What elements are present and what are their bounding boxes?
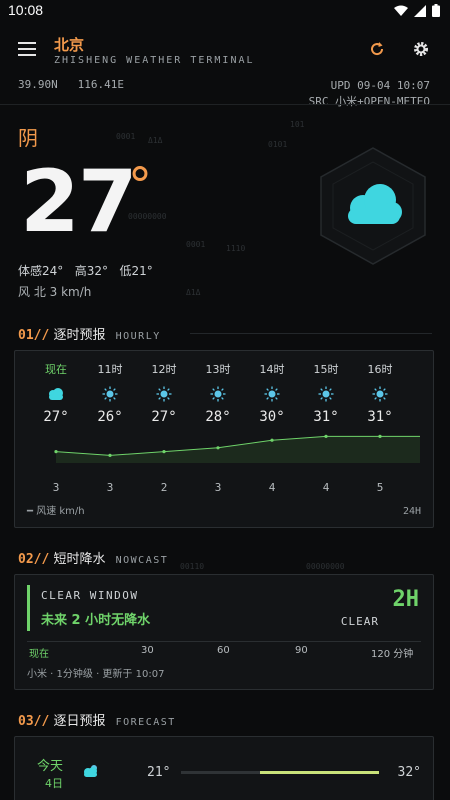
- cloud-icon: [320, 147, 426, 265]
- nowcast-status: CLEAR: [340, 615, 379, 628]
- section-hourly-header: 01// 逐时预报 HOURLY: [18, 324, 161, 343]
- daily-forecast-row[interactable]: 今天 4日 21° 32°: [14, 736, 434, 800]
- nowcast-footer: 小米 · 1分钟级 · 更新于 10:07: [27, 669, 165, 680]
- degree-symbol: °: [128, 158, 152, 214]
- bg-code: 00110: [180, 562, 205, 571]
- bg-code: 0101: [268, 140, 288, 149]
- bg-code: 0001: [186, 240, 206, 249]
- nowcast-message: 未来 2 小时无降水: [41, 613, 151, 628]
- forecast-temp-range-bar: [181, 771, 379, 774]
- nowcast-window: 2H: [392, 587, 420, 612]
- current-condition: 阴: [18, 126, 38, 150]
- high-temp: 高32°: [74, 264, 109, 278]
- temperature-point: [216, 446, 220, 450]
- nowcast-timeline: [27, 641, 421, 642]
- header-divider: [0, 104, 450, 105]
- bg-code: 00000000: [306, 562, 345, 571]
- bg-code: 0001: [116, 132, 136, 141]
- city-name[interactable]: 北京: [54, 34, 84, 55]
- refresh-icon[interactable]: [368, 40, 386, 58]
- update-info: UPD 09-04 10:07 SRC 小米+OPEN-METEO: [309, 78, 430, 110]
- temperature-point: [378, 434, 382, 438]
- current-temperature: 27: [20, 152, 138, 252]
- nowcast-tick: 120 分钟: [371, 649, 414, 660]
- temperature-point: [270, 438, 274, 442]
- section-title: 逐日预报: [53, 714, 106, 729]
- update-time: UPD 09-04 10:07: [330, 79, 430, 92]
- wind-legend-label: 风速 km/h: [36, 506, 85, 517]
- temperature-point: [324, 434, 328, 438]
- status-time: 10:08: [8, 2, 44, 18]
- section-title: 短时降水: [53, 552, 106, 567]
- forecast-high: 32°: [397, 765, 421, 780]
- nowcast-tick: 现在: [29, 649, 49, 660]
- section-number: 03//: [18, 714, 50, 729]
- signal-icon: [414, 4, 426, 17]
- low-temp: 低21°: [119, 264, 153, 278]
- feels-like: 体感24°: [18, 264, 64, 278]
- bg-code: 1110: [226, 244, 246, 253]
- section-title: 逐时预报: [53, 328, 106, 343]
- status-icons: [394, 4, 440, 17]
- nowcast-tick: 90: [295, 645, 308, 656]
- forecast-date: 4日: [45, 777, 63, 790]
- section-subtitle: FORECAST: [115, 717, 176, 728]
- status-bar: 10:08: [0, 0, 450, 22]
- forecast-temp-range-fill: [260, 771, 379, 774]
- nowcast-title: CLEAR WINDOW: [41, 589, 139, 602]
- bg-code: 101: [290, 120, 305, 129]
- section-number: 02//: [18, 552, 50, 567]
- section-subtitle: NOWCAST: [115, 555, 169, 566]
- section-forecast-header: 03// 逐日预报 FORECAST: [18, 710, 176, 729]
- app-subtitle: ZHISHENG WEATHER TERMINAL: [54, 55, 255, 66]
- coordinates: 39.90N 116.41E: [18, 78, 124, 91]
- temperature-point: [162, 450, 166, 454]
- wind-info: 风 北 3 km/h: [18, 285, 92, 299]
- section-nowcast-header: 02// 短时降水 NOWCAST: [18, 548, 168, 567]
- nowcast-card[interactable]: CLEAR WINDOW 未来 2 小时无降水 2H CLEAR 现在 30 6…: [14, 574, 434, 690]
- nowcast-tick: 30: [141, 645, 154, 656]
- temperature-area: [56, 436, 420, 463]
- wind-legend: ━ 风速 km/h: [27, 506, 85, 517]
- longitude: 116.41E: [77, 78, 124, 91]
- gear-icon[interactable]: [412, 40, 430, 58]
- cloud-sun-icon: [84, 765, 97, 777]
- nowcast-tick: 60: [217, 645, 230, 656]
- section-subtitle: HOURLY: [115, 331, 161, 342]
- bg-code: Δ1Δ: [186, 288, 201, 297]
- nowcast-accent-bar: [27, 585, 30, 631]
- forecast-day: 今天: [37, 759, 64, 774]
- hourly-forecast-card[interactable]: 现在 27° 3 11时 26° 3 12时 27° 2 13时 28° 3 14时 30° 4 15时 31°…: [14, 350, 434, 528]
- temperature-details: 体感24° 高32° 低21°: [18, 262, 153, 279]
- wifi-icon: [394, 5, 408, 16]
- menu-icon[interactable]: [18, 42, 36, 56]
- latitude: 39.90N: [18, 78, 58, 91]
- section-number: 01//: [18, 328, 50, 343]
- section-divider: [190, 333, 432, 334]
- bg-code: Δ1Δ: [148, 136, 163, 145]
- temperature-point: [108, 453, 112, 457]
- battery-icon: [432, 4, 440, 17]
- temperature-point: [54, 450, 58, 454]
- forecast-low: 21°: [147, 765, 171, 780]
- data-source: SRC 小米+OPEN-METEO: [308, 95, 430, 108]
- hourly-range: 24H: [402, 506, 421, 517]
- top-bar: 北京 ZHISHENG WEATHER TERMINAL: [0, 30, 450, 80]
